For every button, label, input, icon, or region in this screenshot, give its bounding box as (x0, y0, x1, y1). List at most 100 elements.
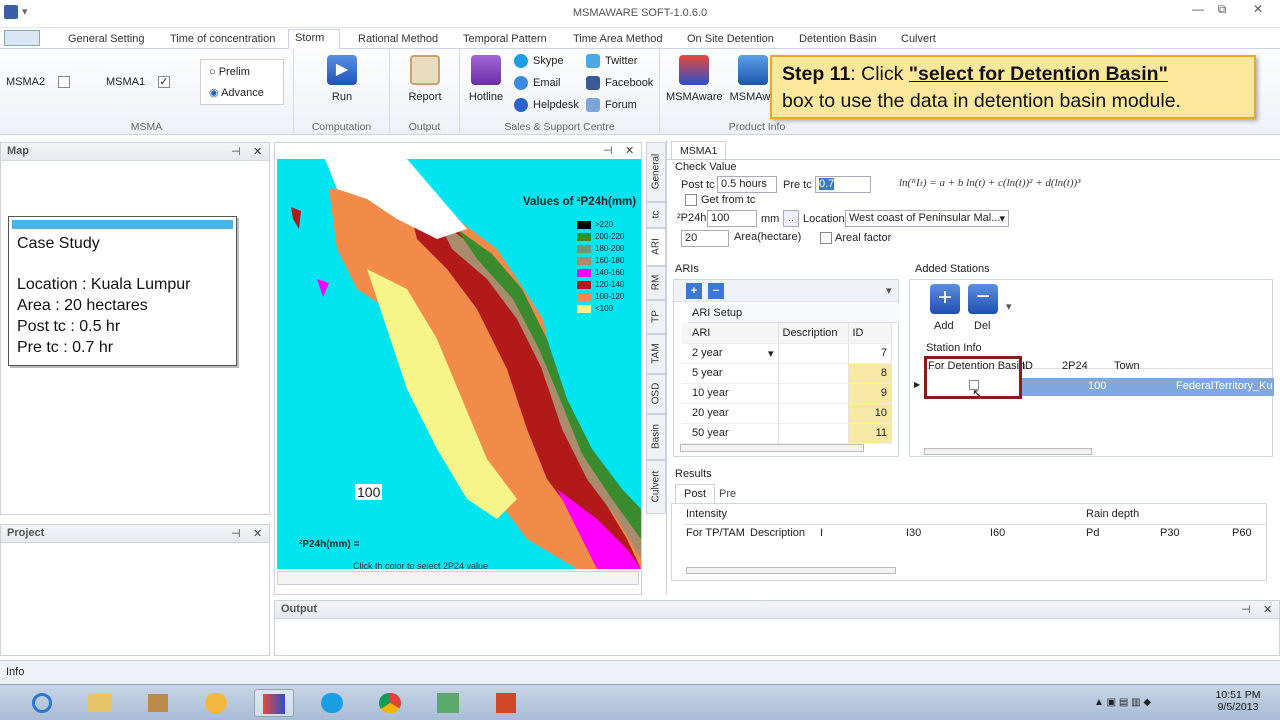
results-scrollbar[interactable] (686, 567, 896, 574)
results-grid: Intensity Rain depth For TP/TAM Descript… (671, 503, 1267, 581)
close-icon[interactable]: ✕ (253, 145, 262, 158)
add-station-button[interactable]: + (930, 284, 960, 314)
tab-rational-method[interactable]: Rational Method (352, 31, 444, 49)
pin-icon[interactable]: ⊣ (1241, 603, 1251, 616)
table-row[interactable]: 10 year 9 (682, 383, 892, 404)
rainfall-map-panel: ⊣ ✕ Values of ²P24h(mm) >220 200-220 180… (274, 142, 642, 595)
tab-storm[interactable]: Storm (288, 29, 340, 49)
app2-icon[interactable] (428, 689, 468, 717)
doc-tab-msma1[interactable]: MSMA1 (671, 141, 727, 160)
pin-icon[interactable]: ⊣ (231, 145, 241, 158)
minimize-button[interactable]: — (1186, 2, 1210, 20)
helpdesk-label: Helpdesk (533, 99, 579, 111)
msmaware-taskbar-icon[interactable] (254, 689, 294, 717)
chevron-down-icon[interactable]: ▾ (1006, 300, 1012, 313)
p24-label: ²P24h (677, 212, 707, 224)
case-post-tc: Post tc : 0.5 hr (17, 318, 121, 335)
tab-culvert[interactable]: Culvert (895, 31, 942, 49)
map-scrollbar[interactable] (277, 571, 639, 585)
facebook-link[interactable]: Facebook (586, 72, 653, 94)
advance-label: Advance (221, 87, 264, 99)
legend-item: 140-160 (595, 268, 625, 277)
close-icon[interactable]: ✕ (253, 527, 262, 540)
rainfall-map[interactable] (277, 159, 641, 569)
delete-station-button[interactable]: − (968, 284, 998, 314)
advance-radio[interactable]: ◉ Advance (209, 86, 264, 99)
skype-icon[interactable] (312, 689, 352, 717)
results-label: Results (675, 468, 712, 480)
del-label: Del (974, 320, 991, 332)
chevron-down-icon[interactable]: ▾ (886, 284, 892, 297)
ie-icon[interactable] (22, 689, 62, 717)
location-select[interactable]: West coast of Peninsular Mal... ▾ (845, 210, 1009, 227)
ari-cell: 50 year (682, 423, 779, 444)
tab-detention-basin[interactable]: Detention Basin (793, 31, 883, 49)
tray-icons[interactable]: ▲ ▣ ▤ ▥ ◆ (1094, 697, 1151, 708)
email-link[interactable]: Email (514, 72, 579, 94)
areal-factor-checkbox[interactable] (820, 232, 832, 244)
pin-icon[interactable]: ⊣ (603, 144, 613, 157)
restore-button[interactable]: ⧉ (1210, 2, 1234, 20)
case-study-note: Case Study Location : Kuala Lumpur Area … (8, 216, 237, 366)
p24-input[interactable]: 100 (707, 210, 757, 227)
side-tab-culvert[interactable]: Culvert (646, 460, 666, 514)
tab-post[interactable]: Post (675, 484, 716, 503)
clock-time: 10:51 PM (1215, 689, 1261, 701)
hotline-button[interactable]: Hotline (466, 55, 506, 103)
close-button[interactable]: ✕ (1246, 2, 1270, 20)
tool-icon[interactable] (138, 689, 178, 717)
tab-time-area-method[interactable]: Time Area Method (567, 31, 668, 49)
tab-temporal-pattern[interactable]: Temporal Pattern (457, 31, 553, 49)
dropdown-arrow-icon[interactable]: ▾ (768, 347, 774, 360)
skype-link[interactable]: Skype (514, 50, 579, 72)
callout-step: Step 11 (782, 63, 851, 85)
project-panel-title: Project (7, 527, 45, 539)
prelim-radio[interactable]: ○ Prelim (209, 66, 250, 78)
email-icon (514, 76, 528, 91)
area-input[interactable]: 20 (681, 230, 729, 247)
project-panel-header: Project (1, 525, 269, 543)
file-menu-button[interactable] (4, 30, 40, 46)
pin-icon[interactable]: ⊣ (231, 527, 241, 540)
chrome-icon[interactable] (370, 689, 410, 717)
window-title: MSMAWARE SOFT-1.0.6.0 (572, 7, 708, 19)
p24-cell: 100 (1088, 380, 1107, 392)
msma1-checkbox[interactable]: ✓ (158, 76, 170, 88)
col-for-tp-tam: For TP/TAM (686, 527, 745, 539)
twitter-link[interactable]: Twitter (586, 50, 653, 72)
case-pre-tc: Pre tc : 0.7 hr (17, 339, 114, 356)
table-row[interactable]: 50 year 11 (682, 423, 892, 444)
ari-setup-header: ARI Setup (688, 304, 900, 323)
msma2-checkbox[interactable] (58, 76, 70, 88)
close-icon[interactable]: ✕ (1263, 603, 1272, 616)
post-tc-input[interactable]: 0.5 hours (717, 176, 777, 193)
run-button[interactable]: ▶ Run (322, 55, 362, 103)
browse-button[interactable]: .. (783, 210, 799, 227)
tab-time-of-concentration[interactable]: Time of concentration (164, 31, 281, 49)
app-icon-taskbar[interactable] (196, 689, 236, 717)
clock[interactable]: 10:51 PM 9/5/2013 (1208, 689, 1268, 713)
stations-scrollbar[interactable] (924, 448, 1092, 455)
side-tab-basin[interactable]: Basin (646, 414, 666, 460)
helpdesk-link[interactable]: Helpdesk (514, 94, 579, 116)
pre-tc-input[interactable]: 0.7 (815, 176, 871, 193)
remove-ari-icon[interactable]: − (708, 283, 724, 299)
get-from-tc-checkbox[interactable] (685, 194, 697, 206)
table-row[interactable]: 2 year ▾ 7 (682, 343, 892, 364)
ari-scrollbar[interactable] (680, 444, 864, 452)
tab-general-setting[interactable]: General Setting (62, 31, 150, 49)
forum-link[interactable]: Forum (586, 94, 653, 116)
msmaware-button[interactable]: MSMAware (666, 55, 723, 103)
close-icon[interactable]: ✕ (625, 144, 634, 157)
ari-cell: 2 year (692, 346, 723, 359)
report-button[interactable]: Report (405, 55, 445, 103)
explorer-icon[interactable] (80, 689, 120, 717)
tab-pre[interactable]: Pre (711, 485, 744, 503)
powerpoint-icon[interactable] (486, 689, 526, 717)
add-ari-icon[interactable]: + (686, 283, 702, 299)
station-row[interactable]: 100 FederalTerritory_Kua (1020, 378, 1274, 396)
tab-on-site-detention[interactable]: On Site Detention (681, 31, 780, 49)
table-row[interactable]: 5 year 8 (682, 363, 892, 384)
ari-cell: 20 year (682, 403, 779, 424)
table-row[interactable]: 20 year 10 (682, 403, 892, 424)
